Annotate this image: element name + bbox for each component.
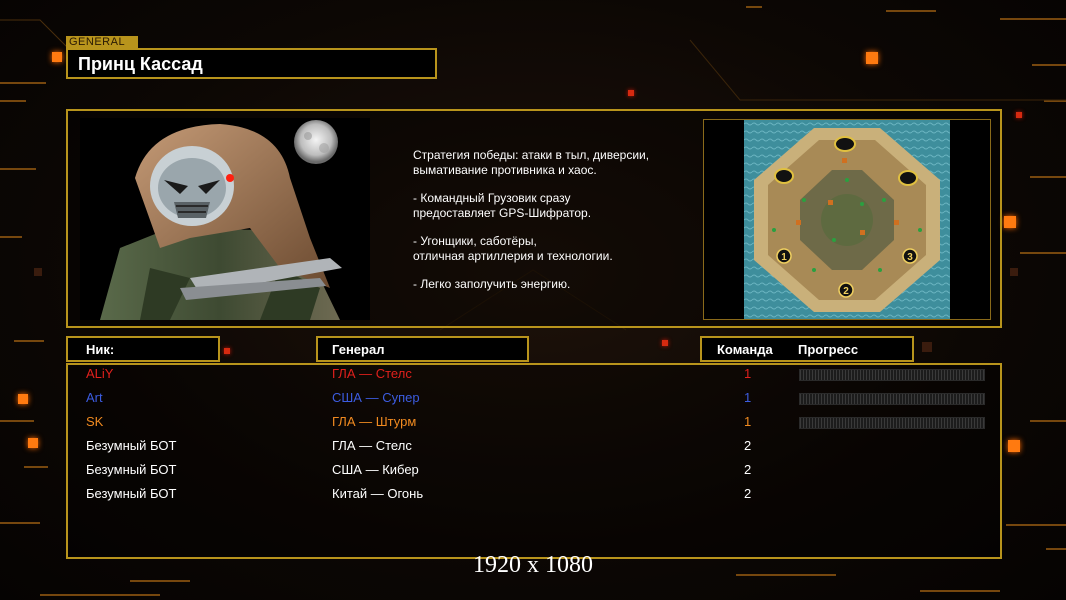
player-row: Безумный БОТ ГЛА — Стелс 2 bbox=[0, 438, 1066, 462]
strategy-description: Стратегия победы: атаки в тыл, диверсии,… bbox=[413, 148, 693, 306]
player-row: Безумный БОТ Китай — Огонь 2 bbox=[0, 486, 1066, 510]
start-position-marker: 2 bbox=[838, 282, 854, 298]
header-general: Генерал bbox=[316, 336, 529, 362]
player-nick: Безумный БОТ bbox=[86, 486, 177, 501]
description-line: - Командный Грузовик сразу предоставляет… bbox=[413, 191, 592, 220]
header-nick: Ник: bbox=[66, 336, 220, 362]
general-title-box: Принц Кассад bbox=[66, 48, 437, 79]
svg-text:3: 3 bbox=[907, 252, 913, 263]
player-general: ГЛА — Стелс bbox=[332, 366, 412, 381]
start-position-marker: 1 bbox=[776, 248, 792, 264]
player-row: ALiY ГЛА — Стелс 1 bbox=[0, 366, 1066, 390]
player-team: 2 bbox=[744, 486, 752, 501]
resolution-label: 1920 x 1080 bbox=[473, 552, 593, 578]
header-team-progress: Команда Прогресс bbox=[700, 336, 914, 362]
description-line: - Легко заполучить энергию. bbox=[413, 277, 571, 291]
player-nick: Безумный БОТ bbox=[86, 438, 177, 453]
player-team: 1 bbox=[744, 390, 752, 405]
description-line: - Угонщики, саботёры, отличная артиллери… bbox=[413, 234, 613, 263]
progress-bar bbox=[799, 369, 985, 381]
header-team: Команда bbox=[717, 342, 773, 357]
player-team: 1 bbox=[744, 366, 752, 381]
player-row: Art США — Супер 1 bbox=[0, 390, 1066, 414]
player-general: ГЛА — Стелс bbox=[332, 438, 412, 453]
general-name: Принц Кассад bbox=[78, 54, 203, 74]
svg-text:2: 2 bbox=[843, 286, 849, 297]
progress-bar bbox=[799, 393, 985, 405]
player-nick: Art bbox=[86, 390, 103, 405]
general-tag: GENERAL bbox=[66, 36, 138, 48]
minimap: 1 2 3 bbox=[744, 120, 950, 319]
general-portrait bbox=[80, 118, 370, 320]
svg-text:1: 1 bbox=[781, 252, 787, 263]
player-team: 2 bbox=[744, 462, 752, 477]
player-general: США — Кибер bbox=[332, 462, 419, 477]
player-general: США — Супер bbox=[332, 390, 420, 405]
player-general: ГЛА — Штурм bbox=[332, 414, 417, 429]
player-nick: Безумный БОТ bbox=[86, 462, 177, 477]
player-team: 1 bbox=[744, 414, 752, 429]
player-general: Китай — Огонь bbox=[332, 486, 424, 501]
player-row: Безумный БОТ США — Кибер 2 bbox=[0, 462, 1066, 486]
player-team: 2 bbox=[744, 438, 752, 453]
header-progress: Прогресс bbox=[798, 342, 859, 357]
progress-bar bbox=[799, 417, 985, 429]
player-nick: ALiY bbox=[86, 366, 114, 381]
player-nick: SK bbox=[86, 414, 104, 429]
description-line: Стратегия победы: атаки в тыл, диверсии,… bbox=[413, 148, 650, 177]
player-row: SK ГЛА — Штурм 1 bbox=[0, 414, 1066, 438]
start-position-marker: 3 bbox=[902, 248, 918, 264]
